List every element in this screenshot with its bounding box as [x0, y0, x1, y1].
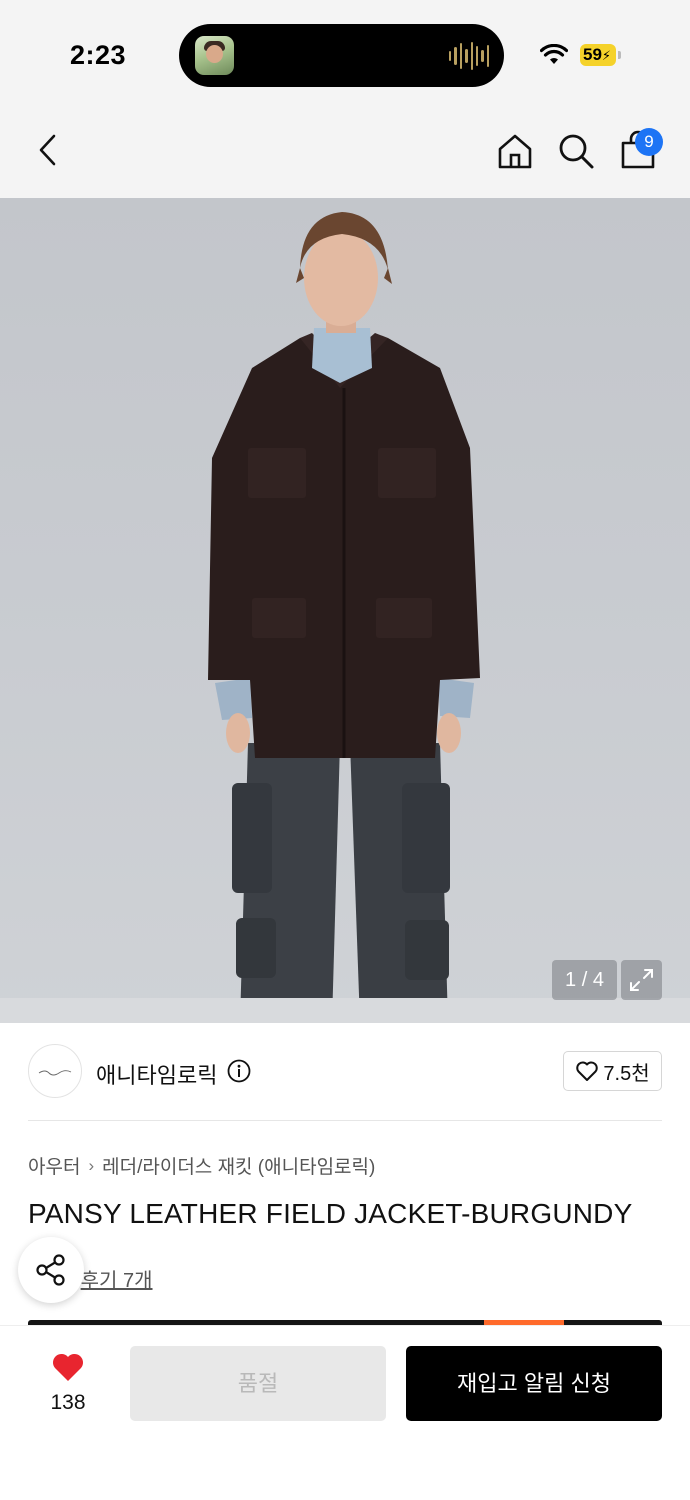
expand-icon [630, 969, 653, 991]
sold-out-button[interactable]: 품절 [130, 1346, 386, 1421]
review-count-link[interactable]: 후기 7개 [81, 1264, 153, 1293]
status-bar: 2:23 59⚡ [0, 0, 690, 100]
brand-like-count: 7.5천 [603, 1062, 650, 1085]
home-icon[interactable] [496, 132, 534, 170]
product-image[interactable] [0, 198, 690, 1023]
wishlist-count: 138 [50, 1391, 86, 1414]
top-nav-bar [0, 100, 690, 198]
audio-waveform-icon [449, 41, 489, 71]
dynamic-island[interactable] [179, 24, 504, 87]
battery-indicator: 59⚡ [580, 44, 616, 66]
battery-level: 59 [583, 45, 602, 64]
image-counter: 1 / 4 [552, 960, 617, 1000]
breadcrumb-item-leather[interactable]: 레더/라이더스 재킷 (애니타임로릭) [102, 1152, 375, 1179]
search-icon[interactable] [557, 132, 595, 170]
info-icon[interactable] [227, 1059, 251, 1083]
divider [28, 1120, 662, 1121]
share-button[interactable] [18, 1237, 84, 1303]
product-title: PANSY LEATHER FIELD JACKET-BURGUNDY [28, 1198, 633, 1229]
restock-alert-button[interactable]: 재입고 알림 신청 [406, 1346, 662, 1421]
floor [0, 998, 690, 1023]
heart-outline-icon [576, 1061, 599, 1081]
cart-count-badge: 9 [635, 128, 663, 156]
wifi-icon [540, 44, 568, 64]
wishlist-button[interactable]: 138 [40, 1349, 96, 1419]
brand-like-button[interactable]: 7.5천 [563, 1051, 662, 1091]
model-jacket-illustration [208, 212, 480, 1023]
brand-row: 애니타임로릭 7.5천 [0, 1023, 690, 1120]
now-playing-thumbnail [195, 36, 234, 75]
chevron-right-icon: › [88, 1155, 95, 1175]
heart-filled-icon [52, 1353, 84, 1381]
battery-cap [618, 51, 621, 59]
back-arrow-icon[interactable] [34, 132, 62, 168]
share-icon [36, 1254, 65, 1286]
brand-logo[interactable] [28, 1044, 82, 1098]
expand-image-button[interactable] [621, 960, 662, 1000]
status-time: 2:23 [70, 40, 127, 70]
category-breadcrumb: 아우터 › 레더/라이더스 재킷 (애니타임로릭) [28, 1152, 375, 1179]
brand-name[interactable]: 애니타임로릭 [96, 1058, 217, 1090]
breadcrumb-item-outer[interactable]: 아우터 [28, 1152, 80, 1179]
charging-icon: ⚡ [601, 48, 612, 63]
